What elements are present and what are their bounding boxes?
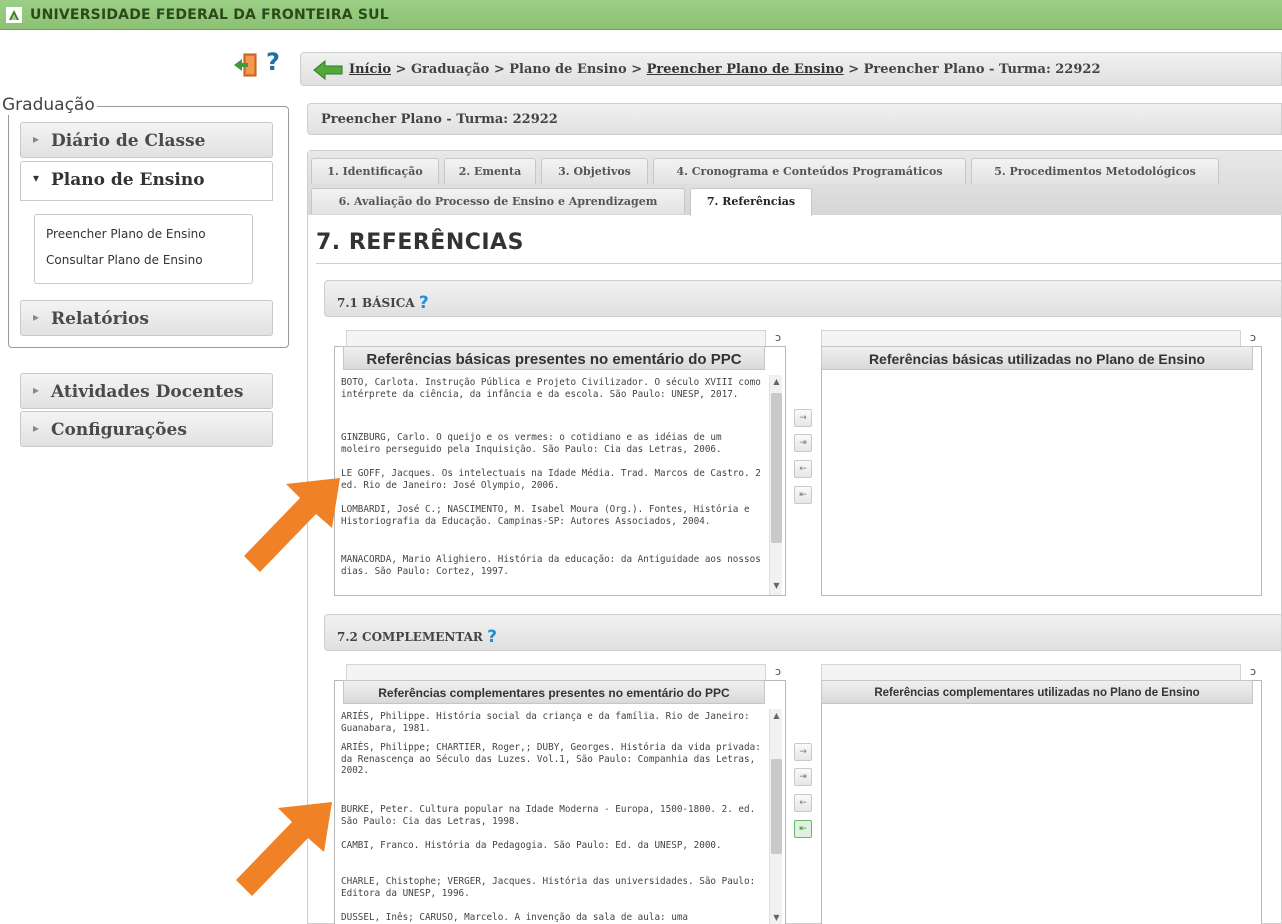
complementar-subheader: 7.2 COMPLEMENTAR ? [324, 614, 1282, 651]
complementar-heading: 7.2 COMPLEMENTAR [337, 630, 483, 644]
tab-identificacao[interactable]: 1. Identificação [311, 158, 439, 184]
tab-avaliacao[interactable]: 6. Avaliação do Processo de Ensino e Apr… [311, 188, 685, 214]
plano-de-ensino-submenu: Preencher Plano de Ensino Consultar Plan… [34, 214, 253, 284]
university-title: UNIVERSIDADE FEDERAL DA FRONTEIRA SUL [30, 7, 389, 23]
breadcrumb-separator: > [626, 62, 647, 77]
scroll-down-icon[interactable]: ▼ [770, 911, 783, 924]
move-all-right-button[interactable]: ⇥ [794, 434, 812, 452]
basica-target-caption: Referências básicas utilizadas no Plano … [821, 346, 1253, 370]
source-list-toolbar: ɔ [346, 664, 781, 680]
breadcrumb-preencher-link[interactable]: Preencher Plano de Ensino [647, 62, 844, 77]
basica-subheader: 7.1 BÁSICA ? [324, 280, 1282, 317]
sidebar-item-label: Atividades Docentes [51, 382, 244, 402]
list-item[interactable]: ARIÈS, Philippe; CHARTIER, Roger,; DUBY,… [341, 742, 761, 777]
section-divider [316, 263, 1282, 264]
list-item[interactable]: CAMBI, Franco. História da Pedagogia. Sã… [341, 840, 761, 852]
target-list-toolbar: ɔ [821, 664, 1256, 680]
list-item[interactable]: BURKE, Peter. Cultura popular na Idade M… [341, 804, 761, 827]
scroll-up-icon[interactable]: ▲ [770, 709, 783, 723]
target-list-toolbar: ɔ [821, 330, 1256, 346]
complementar-source-list[interactable]: ARIÈS, Philippe. História social da cria… [334, 680, 786, 924]
tab-ementa[interactable]: 2. Ementa [444, 158, 536, 184]
help-icon[interactable]: ? [487, 627, 497, 647]
basica-target-list[interactable] [821, 346, 1262, 596]
scrollbar[interactable]: ▲ ▼ [769, 375, 782, 595]
tab-referencias[interactable]: 7. Referências [690, 188, 812, 216]
scrollbar-thumb[interactable] [771, 759, 782, 854]
orange-arrow-icon [244, 478, 340, 572]
help-icon[interactable]: ? [266, 48, 280, 76]
tab-procedimentos[interactable]: 5. Procedimentos Metodológicos [971, 158, 1219, 184]
tab-objetivos[interactable]: 3. Objetivos [541, 158, 648, 184]
submenu-consultar-plano[interactable]: Consultar Plano de Ensino [46, 247, 252, 273]
list-item[interactable]: DUSSEL, Inês; CARUSO, Marcelo. A invençã… [341, 912, 761, 924]
move-all-left-button[interactable]: ⇤ [794, 820, 812, 838]
sidebar-legend: Graduação [0, 95, 97, 115]
university-logo-icon [6, 7, 22, 23]
chevron-right-icon: ▸ [33, 421, 40, 435]
breadcrumb-home-link[interactable]: Início [349, 62, 391, 77]
basica-heading: 7.1 BÁSICA [337, 296, 415, 310]
complementar-source-caption: Referências complementares presentes no … [343, 680, 765, 704]
move-all-left-button[interactable]: ⇤ [794, 486, 812, 504]
breadcrumb-plano-de-ensino: Plano de Ensino [509, 62, 627, 77]
list-item[interactable]: GINZBURG, Carlo. O queijo e os vermes: o… [341, 432, 761, 455]
chevron-right-icon: ▸ [33, 310, 40, 324]
list-item[interactable]: LOMBARDI, José C.; NASCIMENTO, M. Isabel… [341, 504, 761, 527]
breadcrumb-current: Preencher Plano - Turma: 22922 [863, 62, 1101, 77]
sidebar-item-diario-de-classe[interactable]: ▸ Diário de Classe [20, 122, 273, 158]
move-right-button[interactable]: → [794, 409, 812, 427]
scrollbar[interactable]: ▲ ▼ [769, 709, 782, 924]
back-arrow-icon[interactable] [313, 60, 343, 80]
sidebar-item-atividades-docentes[interactable]: ▸ Atividades Docentes [20, 373, 273, 409]
orange-arrow-icon [236, 802, 332, 896]
list-item[interactable]: BOTO, Carlota. Instrução Pública e Proje… [341, 377, 761, 400]
list-item[interactable]: MANACORDA, Mario Alighiero. História da … [341, 554, 761, 577]
list-item[interactable]: LE GOFF, Jacques. Os intelectuais na Ida… [341, 468, 761, 491]
complementar-target-list[interactable] [821, 680, 1262, 924]
scrollbar-thumb[interactable] [771, 393, 782, 543]
basica-source-caption: Referências básicas presentes no ementár… [343, 346, 765, 370]
scroll-up-icon[interactable]: ▲ [770, 375, 783, 389]
complementar-target-caption: Referências complementares utilizadas no… [821, 680, 1253, 704]
breadcrumb: Início > Graduação > Plano de Ensino > P… [300, 52, 1282, 86]
breadcrumb-separator: > [843, 62, 864, 77]
submenu-preencher-plano[interactable]: Preencher Plano de Ensino [46, 221, 252, 247]
move-all-right-button[interactable]: ⇥ [794, 768, 812, 786]
sidebar-item-relatorios[interactable]: ▸ Relatórios [20, 300, 273, 336]
list-item[interactable]: ARIÈS, Philippe. História social da cria… [341, 711, 761, 734]
chevron-right-icon: ▸ [33, 132, 40, 146]
list-item[interactable]: CHARLE, Chistophe; VERGER, Jacques. Hist… [341, 876, 761, 899]
breadcrumb-separator: > [391, 62, 411, 77]
breadcrumb-graduacao: Graduação [410, 62, 490, 77]
sidebar-item-label: Relatórios [51, 309, 149, 329]
sidebar-item-label: Plano de Ensino [51, 170, 205, 190]
scroll-down-icon[interactable]: ▼ [770, 579, 783, 593]
move-left-button[interactable]: ← [794, 794, 812, 812]
page-title: Preencher Plano - Turma: 22922 [307, 103, 1282, 135]
chevron-down-icon: ▾ [33, 171, 40, 185]
source-list-toolbar: ɔ [346, 330, 781, 346]
sidebar-item-label: Diário de Classe [51, 131, 206, 151]
move-left-button[interactable]: ← [794, 460, 812, 478]
basica-source-list[interactable]: BOTO, Carlota. Instrução Pública e Proje… [334, 346, 786, 596]
tab-cronograma[interactable]: 4. Cronograma e Conteúdos Programáticos [653, 158, 966, 184]
help-icon[interactable]: ? [419, 293, 429, 313]
sidebar-item-plano-de-ensino[interactable]: ▾ Plano de Ensino [20, 161, 273, 201]
top-bar: UNIVERSIDADE FEDERAL DA FRONTEIRA SUL [0, 0, 1282, 30]
section-title: 7. REFERÊNCIAS [316, 230, 524, 255]
sidebar-item-label: Configurações [51, 420, 187, 440]
exit-door-icon[interactable] [232, 53, 258, 77]
chevron-right-icon: ▸ [33, 383, 40, 397]
breadcrumb-separator: > [489, 62, 510, 77]
sidebar-item-configuracoes[interactable]: ▸ Configurações [20, 411, 273, 447]
move-right-button[interactable]: → [794, 743, 812, 761]
